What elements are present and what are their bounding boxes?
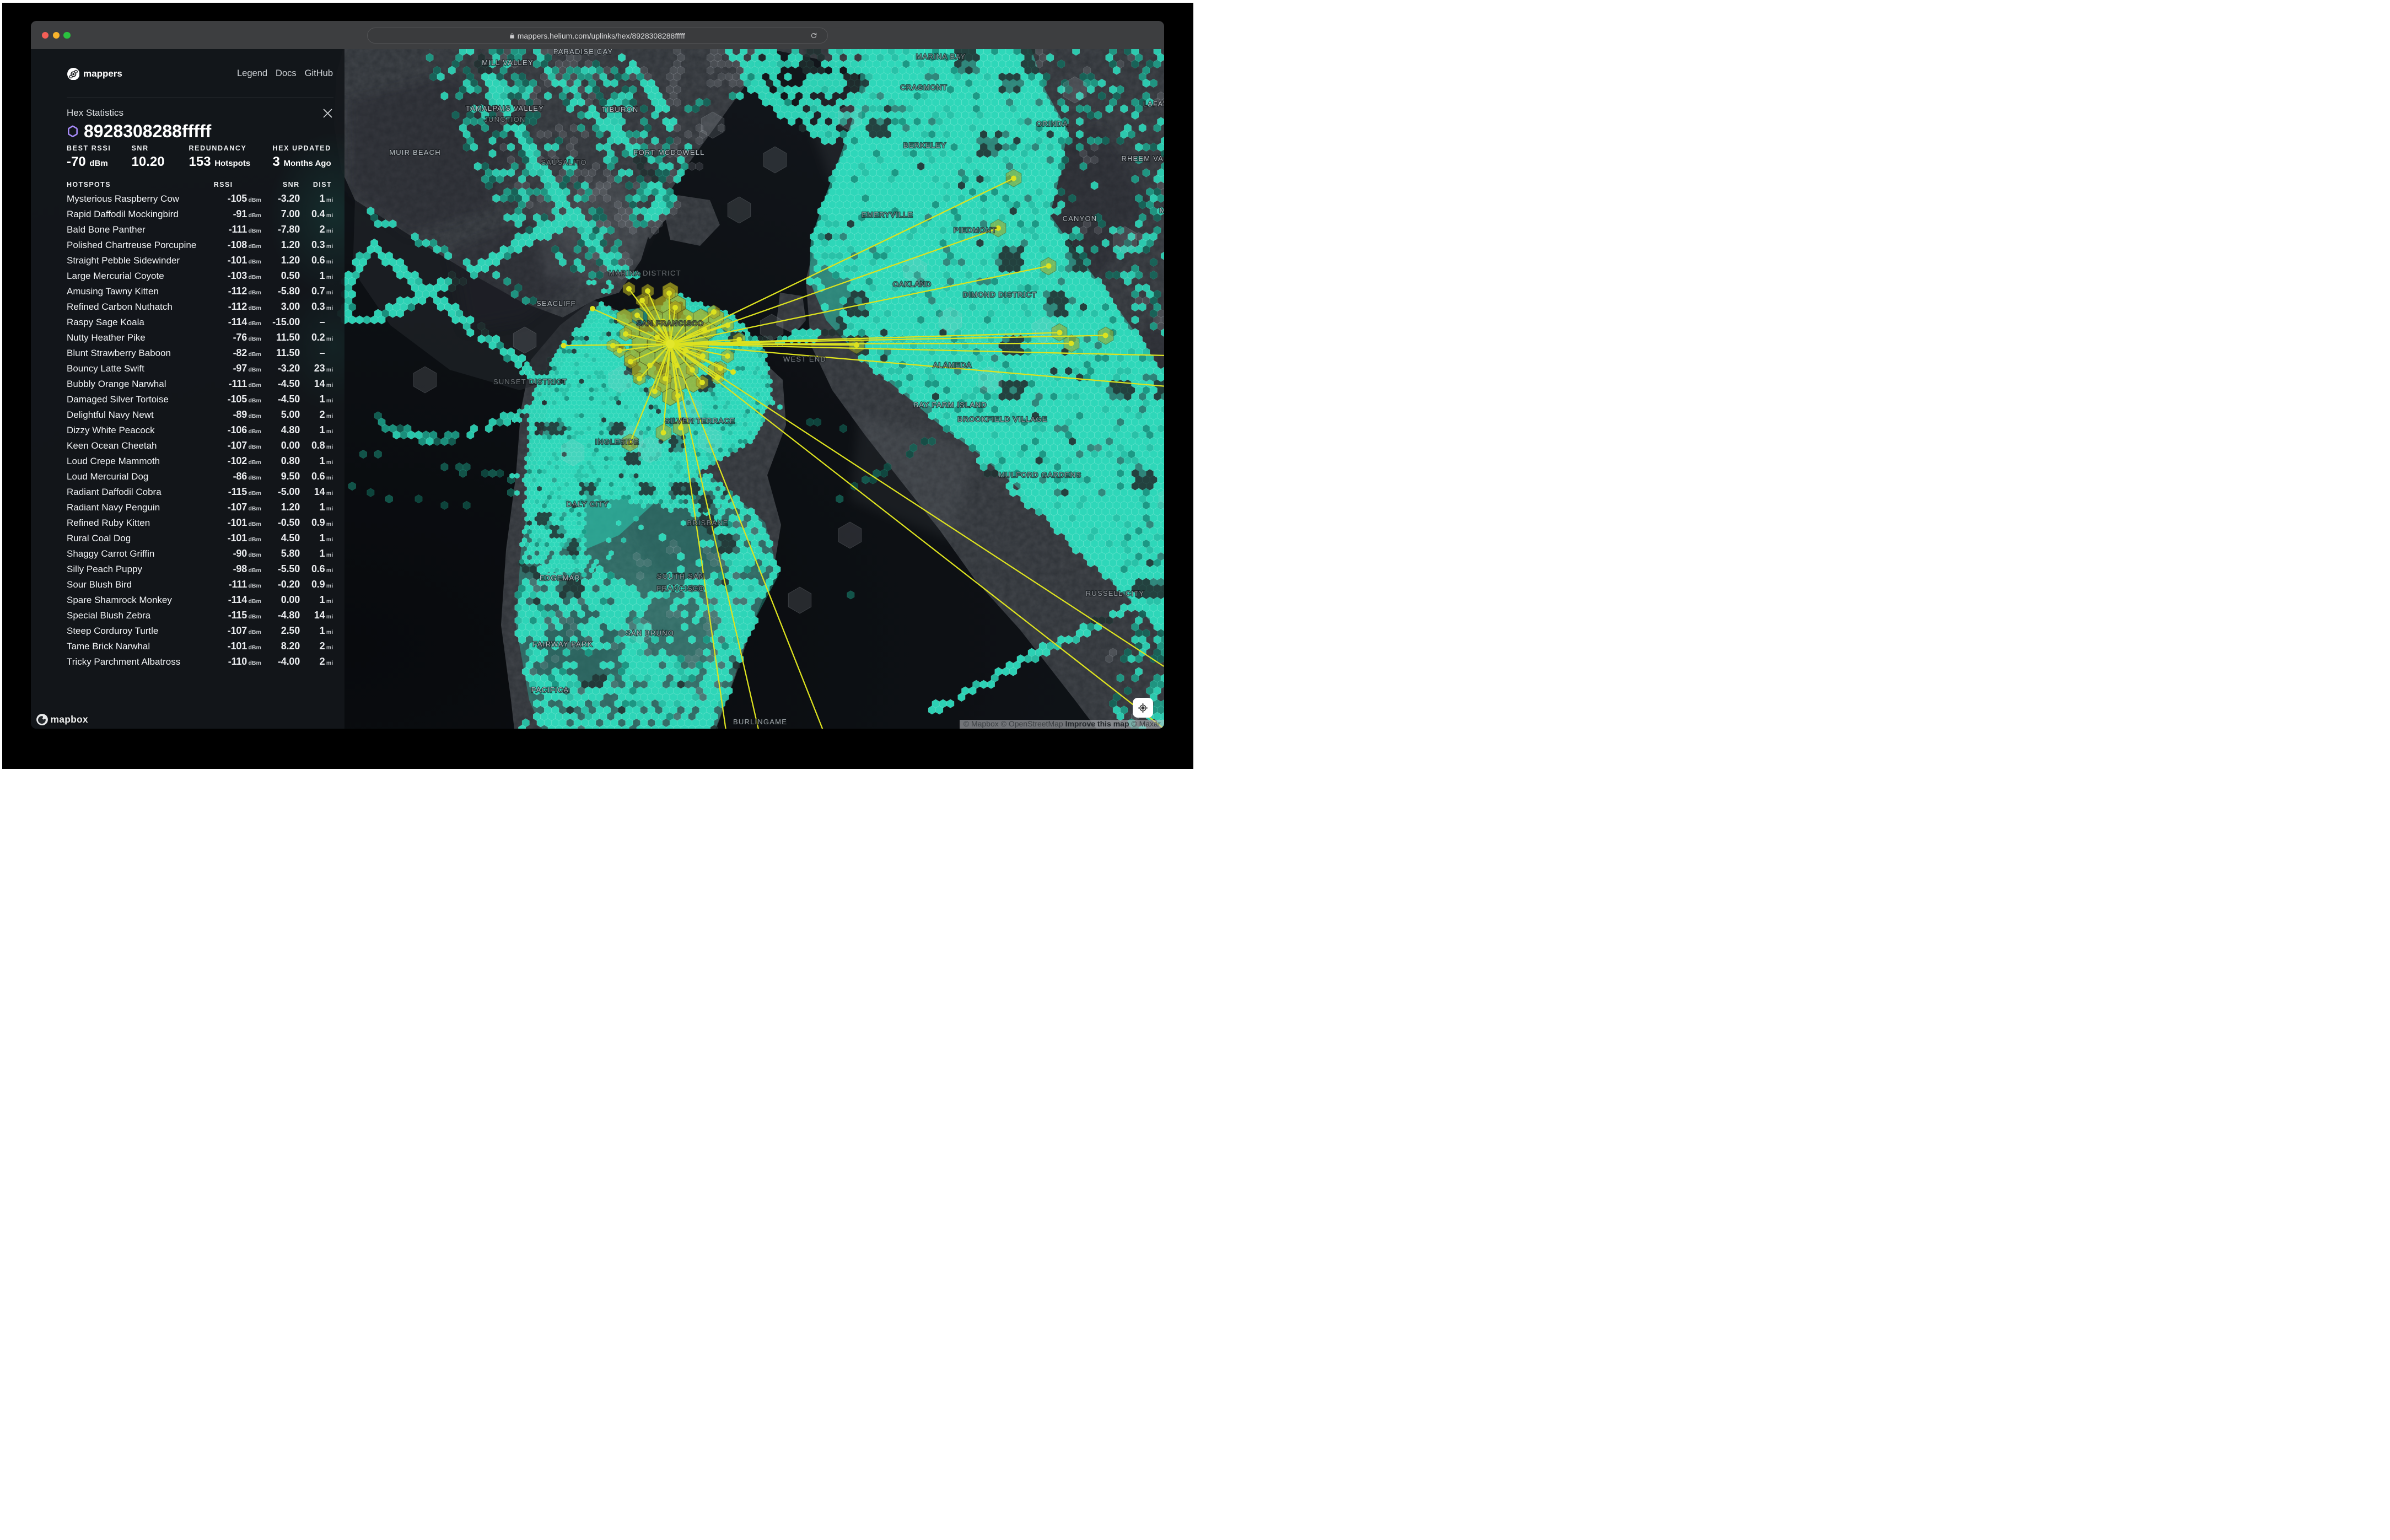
svg-text:SOUTH SAN: SOUTH SAN xyxy=(657,572,705,580)
svg-text:SEACLIFF: SEACLIFF xyxy=(536,299,576,308)
svg-text:CANYON: CANYON xyxy=(1063,214,1097,223)
svg-text:ORINDA: ORINDA xyxy=(1036,120,1068,128)
svg-text:EMERYVILLE: EMERYVILLE xyxy=(862,211,913,219)
svg-text:DIMOND DISTRICT: DIMOND DISTRICT xyxy=(963,290,1037,299)
svg-text:BRISBANE: BRISBANE xyxy=(687,519,728,527)
svg-text:RUSSELL CITY: RUSSELL CITY xyxy=(1086,589,1144,597)
svg-text:MILL VALLEY: MILL VALLEY xyxy=(482,58,533,67)
svg-text:JUNCTION: JUNCTION xyxy=(484,115,525,123)
svg-text:FAIRWAY PARK: FAIRWAY PARK xyxy=(532,640,593,648)
svg-text:CRAGMONT: CRAGMONT xyxy=(900,83,947,91)
svg-text:LAFAYET: LAFAYET xyxy=(1143,100,1164,108)
svg-text:MULFORD GARDENS: MULFORD GARDENS xyxy=(999,471,1081,479)
svg-text:SILVER TERRACE: SILVER TERRACE xyxy=(665,417,735,425)
svg-text:TIBURON: TIBURON xyxy=(602,105,639,114)
svg-text:SUNSET DISTRICT: SUNSET DISTRICT xyxy=(493,378,567,386)
svg-text:TAMALPAIS VALLEY: TAMALPAIS VALLEY xyxy=(466,104,544,112)
svg-text:BERKELEY: BERKELEY xyxy=(903,141,946,149)
svg-text:MUIR BEACH: MUIR BEACH xyxy=(389,148,441,157)
svg-text:ALAMEDA: ALAMEDA xyxy=(933,361,972,369)
svg-text:BROOKFIELD VILLAGE: BROOKFIELD VILLAGE xyxy=(957,415,1047,423)
svg-text:SAUSALITO: SAUSALITO xyxy=(541,158,587,166)
svg-text:PARADISE CAY: PARADISE CAY xyxy=(553,49,613,56)
svg-text:EDGEMAR: EDGEMAR xyxy=(540,574,580,582)
svg-text:INGLESIDE: INGLESIDE xyxy=(595,438,639,446)
svg-text:SAN BRUNO: SAN BRUNO xyxy=(626,629,674,637)
svg-text:OAKLAND: OAKLAND xyxy=(893,280,932,288)
svg-text:MORAGA: MORAGA xyxy=(1160,206,1164,214)
svg-text:FRANCISCO: FRANCISCO xyxy=(656,584,704,593)
svg-text:BURLINGAME: BURLINGAME xyxy=(733,718,787,726)
svg-text:MARINA BAY: MARINA BAY xyxy=(916,52,966,61)
svg-text:MARINA DISTRICT: MARINA DISTRICT xyxy=(609,269,681,277)
svg-text:PACIFICA: PACIFICA xyxy=(531,686,569,694)
svg-text:WEST END: WEST END xyxy=(783,355,826,363)
svg-text:RHEEM VALLE: RHEEM VALLE xyxy=(1121,154,1164,163)
svg-text:FORT MCDOWELL: FORT MCDOWELL xyxy=(633,148,704,157)
svg-text:DALY CITY: DALY CITY xyxy=(567,500,609,508)
svg-text:PIEDMONT: PIEDMONT xyxy=(954,226,997,234)
svg-text:BAY FARM ISLAND: BAY FARM ISLAND xyxy=(913,401,987,409)
svg-text:SAN FRANCISCO: SAN FRANCISCO xyxy=(637,319,704,327)
